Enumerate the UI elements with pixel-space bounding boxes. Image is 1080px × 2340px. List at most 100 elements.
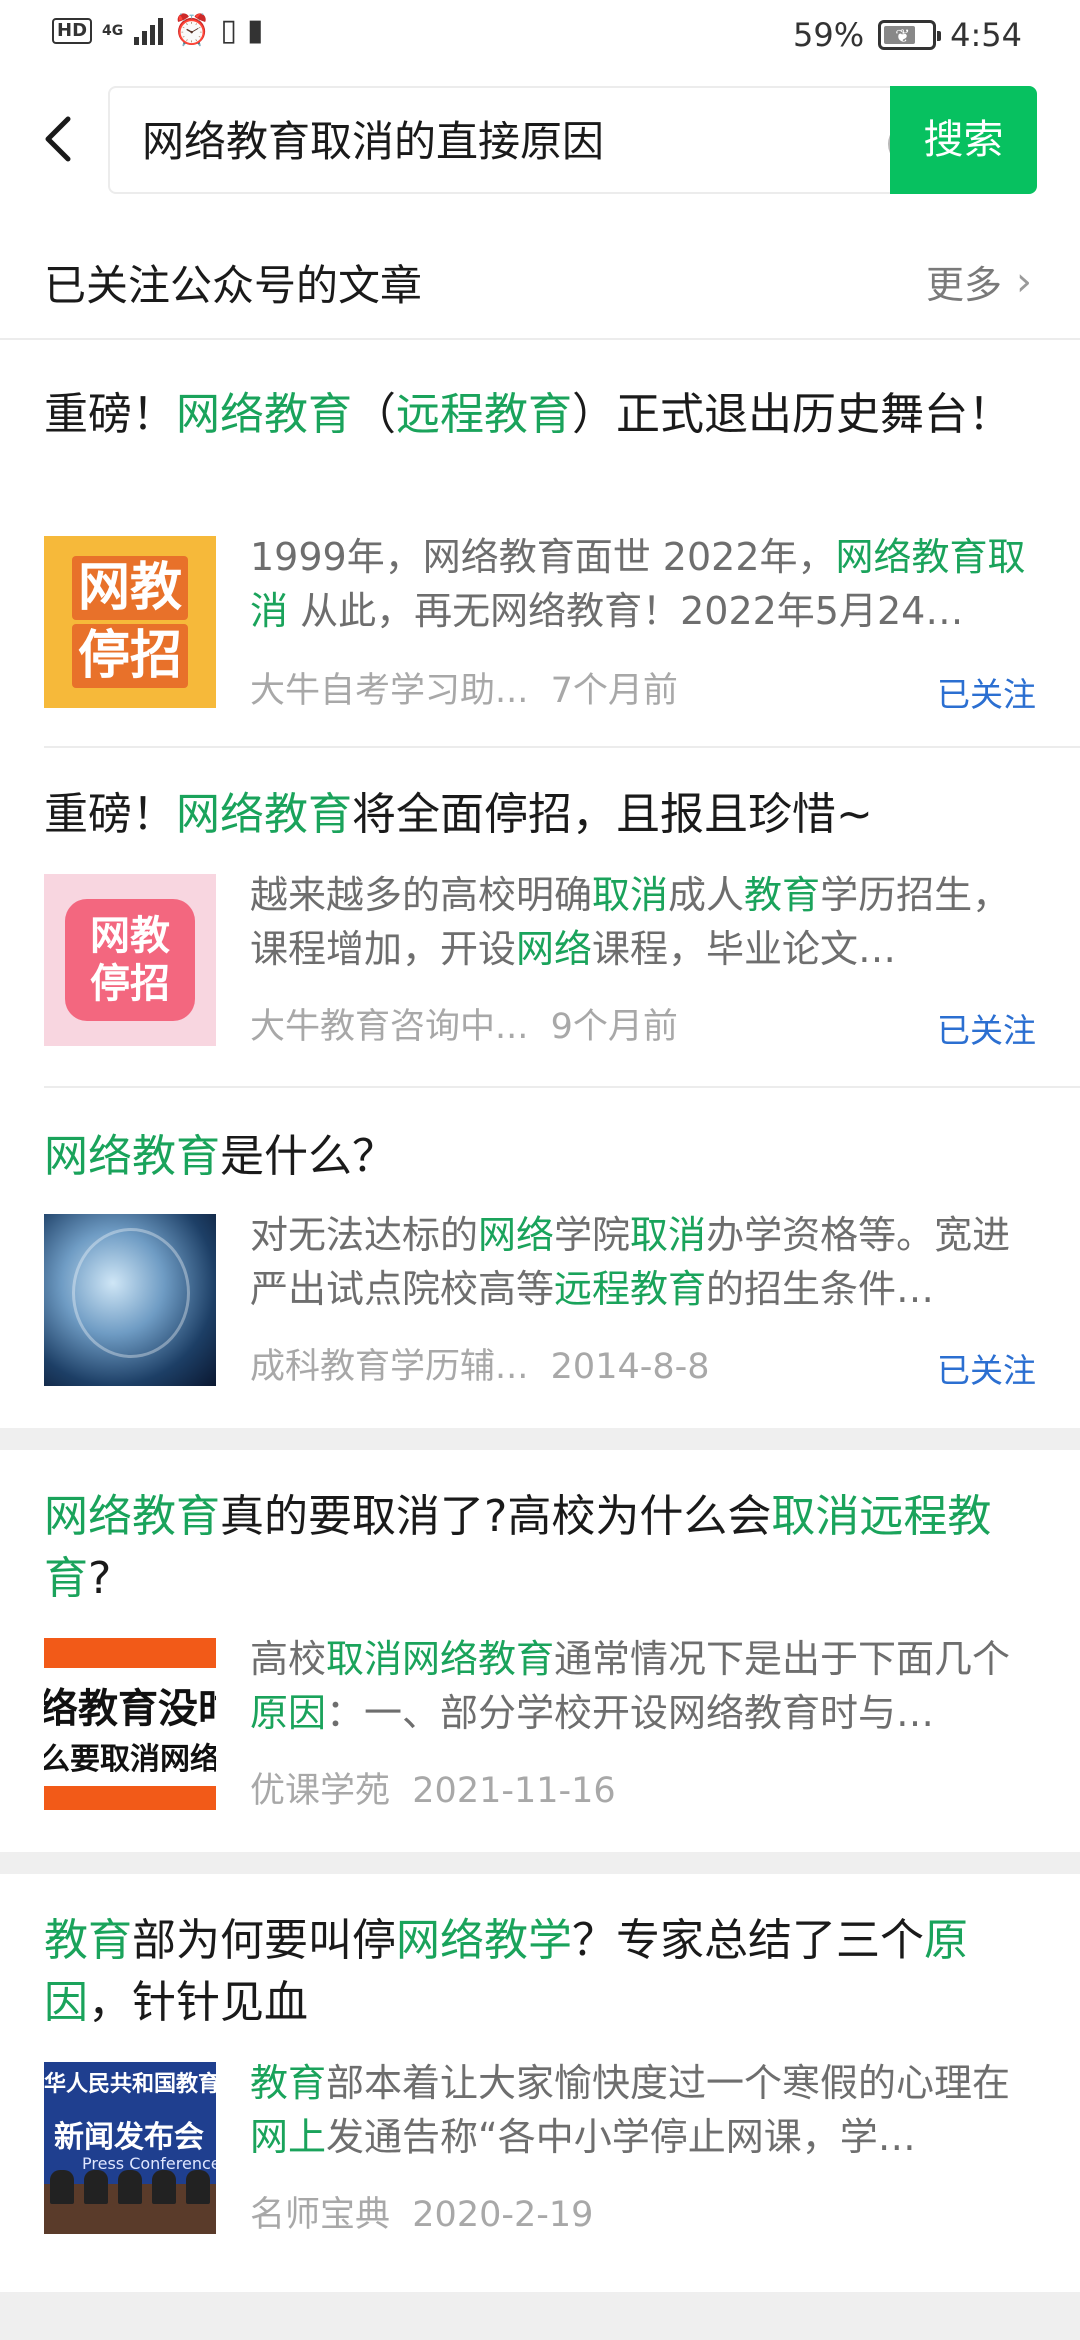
- more-label: 更多: [925, 263, 1002, 307]
- article-snippet: 越来越多的高校明确取消成人教育学历招生，课程增加，开设网络课程，毕业论文…: [250, 868, 1030, 976]
- article-snippet: 高校取消网络教育通常情况下是出于下面几个原因：一、部分学校开设网络教育时与…: [250, 1632, 1030, 1740]
- followed-label: 已关注: [937, 1351, 1036, 1390]
- divider: [44, 1086, 1080, 1088]
- thumbnail-text: 华人民共和国教育: [44, 2072, 216, 2097]
- highlighted-keyword: 网络: [478, 1213, 555, 1257]
- followed-label: 已关注: [937, 675, 1036, 714]
- article-meta: 名师宝典 2020-2-19: [250, 2186, 593, 2237]
- highlighted-keyword: 网络: [516, 927, 593, 971]
- article-thumbnail: 络教育没时 么要取消网络: [44, 1638, 216, 1810]
- text-segment: 发通告称“各中小学停止网课，学…: [326, 2115, 916, 2159]
- text-segment: 越来越多的高校明确: [250, 873, 593, 917]
- text-segment: 成人: [668, 873, 745, 917]
- text-segment: 1999年，网络教育面世 2022年，: [250, 535, 836, 579]
- status-right: 59% ❦ 4:54: [793, 16, 1022, 54]
- text-segment: 学院: [554, 1213, 631, 1257]
- thumbnail-text: 停招: [90, 961, 170, 1007]
- search-bar: 网络教育取消的直接原因 × 搜索: [0, 84, 1080, 194]
- article-source: 大牛自考学习助...: [250, 671, 529, 711]
- text-segment: 从此，再无网络教育！2022年5月24…: [288, 589, 964, 633]
- text-segment: （: [352, 389, 396, 440]
- text-segment: ）正式退出历史舞台！: [572, 389, 1012, 440]
- search-input[interactable]: 网络教育取消的直接原因: [142, 114, 604, 170]
- thumbnail-text: 停招: [71, 624, 188, 688]
- highlighted-keyword: 网络教学: [396, 1915, 572, 1966]
- chevron-right-icon: ›: [1016, 258, 1032, 305]
- article-date: 2020-2-19: [412, 2195, 594, 2235]
- article-meta: 大牛教育咨询中... 9个月前: [250, 998, 678, 1049]
- back-button[interactable]: [30, 109, 90, 169]
- highlighted-keyword: 远程教育: [396, 389, 572, 440]
- article-snippet: 教育部本着让大家愉快度过一个寒假的心理在网上发通告称“各中小学停止网课，学…: [250, 2056, 1030, 2164]
- article-date: 2014-8-8: [550, 1347, 710, 1387]
- section-gap: [0, 1852, 1080, 1874]
- article-meta: 大牛自考学习助... 7个月前: [250, 662, 678, 713]
- vibrate-icon: ▯: [220, 13, 237, 48]
- article-source: 大牛教育咨询中...: [250, 1007, 529, 1047]
- article-thumbnail: 网教 停招: [44, 874, 216, 1046]
- highlighted-keyword: 取消网络教育: [326, 1637, 555, 1681]
- more-link[interactable]: 更多 ›: [926, 254, 1032, 309]
- text-segment: 高校: [250, 1637, 327, 1681]
- highlighted-keyword: 远程教育: [554, 1267, 707, 1311]
- text-segment: 将全面停招，且报且珍惜~: [352, 789, 873, 840]
- article-title: 重磅！网络教育（远程教育）正式退出历史舞台！: [44, 384, 1044, 446]
- text-segment: 是什么？: [220, 1131, 396, 1182]
- article-date: 7个月前: [550, 671, 678, 711]
- article-date: 9个月前: [550, 1007, 678, 1047]
- article-item[interactable]: 教育部为何要叫停网络教学？专家总结了三个原因，针针见血 华人民共和国教育 新闻发…: [0, 1874, 1080, 2294]
- article-item[interactable]: 重磅！网络教育（远程教育）正式退出历史舞台！ 网教 停招 1999年，网络教育面…: [0, 352, 1080, 752]
- highlighted-keyword: 网络教育: [44, 1131, 220, 1182]
- article-snippet: 1999年，网络教育面世 2022年，网络教育取消 从此，再无网络教育！2022…: [250, 530, 1030, 638]
- text-segment: ，针针见血: [88, 1977, 308, 2028]
- article-title: 教育部为何要叫停网络教学？专家总结了三个原因，针针见血: [44, 1910, 1044, 2034]
- hd-badge: HD: [52, 18, 93, 44]
- text-segment: 通常情况下是出于下面几个: [554, 1637, 1011, 1681]
- section-title: 已关注公众号的文章: [44, 261, 423, 310]
- article-item[interactable]: 网络教育是什么？ 对无法达标的网络学院取消办学资格等。宽进严出试点院校高等远程教…: [0, 1090, 1080, 1430]
- highlighted-keyword: 取消: [630, 1213, 707, 1257]
- text-segment: ？专家总结了三个: [572, 1915, 924, 1966]
- article-thumbnail: 华人民共和国教育 新闻发布会 Press Conference: [44, 2062, 216, 2234]
- thumbnail-text: 新闻发布会: [54, 2120, 204, 2155]
- article-thumbnail: 网教 停招: [44, 536, 216, 708]
- text-segment: 重磅！: [44, 789, 176, 840]
- article-meta: 成科教育学历辅... 2014-8-8: [250, 1338, 710, 1389]
- text-segment: 真的要取消了?高校为什么会: [220, 1491, 772, 1542]
- search-field[interactable]: 网络教育取消的直接原因 ×: [108, 86, 958, 194]
- section-gap: [0, 1428, 1080, 1450]
- section-gap: [0, 2292, 1080, 2340]
- section-header: 已关注公众号的文章 更多 ›: [0, 240, 1080, 340]
- thumbnail-text: 么要取消网络: [44, 1742, 216, 1777]
- highlighted-keyword: 教育: [744, 873, 821, 917]
- text-segment: 部本着让大家愉快度过一个寒假的心理在: [326, 2061, 1011, 2105]
- article-title: 重磅！网络教育将全面停招，且报且珍惜~: [44, 784, 1044, 846]
- text-segment: 对无法达标的: [250, 1213, 479, 1257]
- article-item[interactable]: 网络教育真的要取消了?高校为什么会取消远程教育? 络教育没时 么要取消网络 高校…: [0, 1450, 1080, 1850]
- article-source: 成科教育学历辅...: [250, 1347, 529, 1387]
- text-segment: 重磅！: [44, 389, 176, 440]
- highlighted-keyword: 教育: [44, 1915, 132, 1966]
- text-segment: ：一、部分学校开设网络教育时与…: [326, 1691, 935, 1735]
- highlighted-keyword: 原因: [250, 1691, 327, 1735]
- search-button[interactable]: 搜索: [890, 86, 1037, 194]
- notification-icon: ▮: [246, 13, 264, 48]
- divider: [44, 746, 1080, 748]
- highlighted-keyword: 教育: [250, 2061, 327, 2105]
- highlighted-keyword: 取消: [592, 873, 669, 917]
- alarm-icon: ⏰: [173, 13, 211, 48]
- status-left: HD 4G ⏰ ▯ ▮: [52, 16, 263, 46]
- text-segment: 部为何要叫停: [132, 1915, 396, 1966]
- highlighted-keyword: 网络教育: [44, 1491, 220, 1542]
- thumbnail-text: 网教: [90, 913, 170, 959]
- article-item[interactable]: 重磅！网络教育将全面停招，且报且珍惜~ 网教 停招 越来越多的高校明确取消成人教…: [0, 750, 1080, 1088]
- highlighted-keyword: 网上: [250, 2115, 327, 2159]
- battery-icon: ❦: [878, 20, 942, 50]
- clock: 4:54: [950, 16, 1022, 54]
- status-bar: HD 4G ⏰ ▯ ▮ 59% ❦ 4:54: [0, 0, 1080, 75]
- article-source: 优课学苑: [250, 1771, 391, 1811]
- article-title: 网络教育真的要取消了?高校为什么会取消远程教育?: [44, 1486, 1044, 1610]
- text-segment: 课程，毕业论文…: [592, 927, 897, 971]
- text-segment: 的招生条件…: [706, 1267, 935, 1311]
- thumbnail-text: 络教育没时: [44, 1686, 216, 1732]
